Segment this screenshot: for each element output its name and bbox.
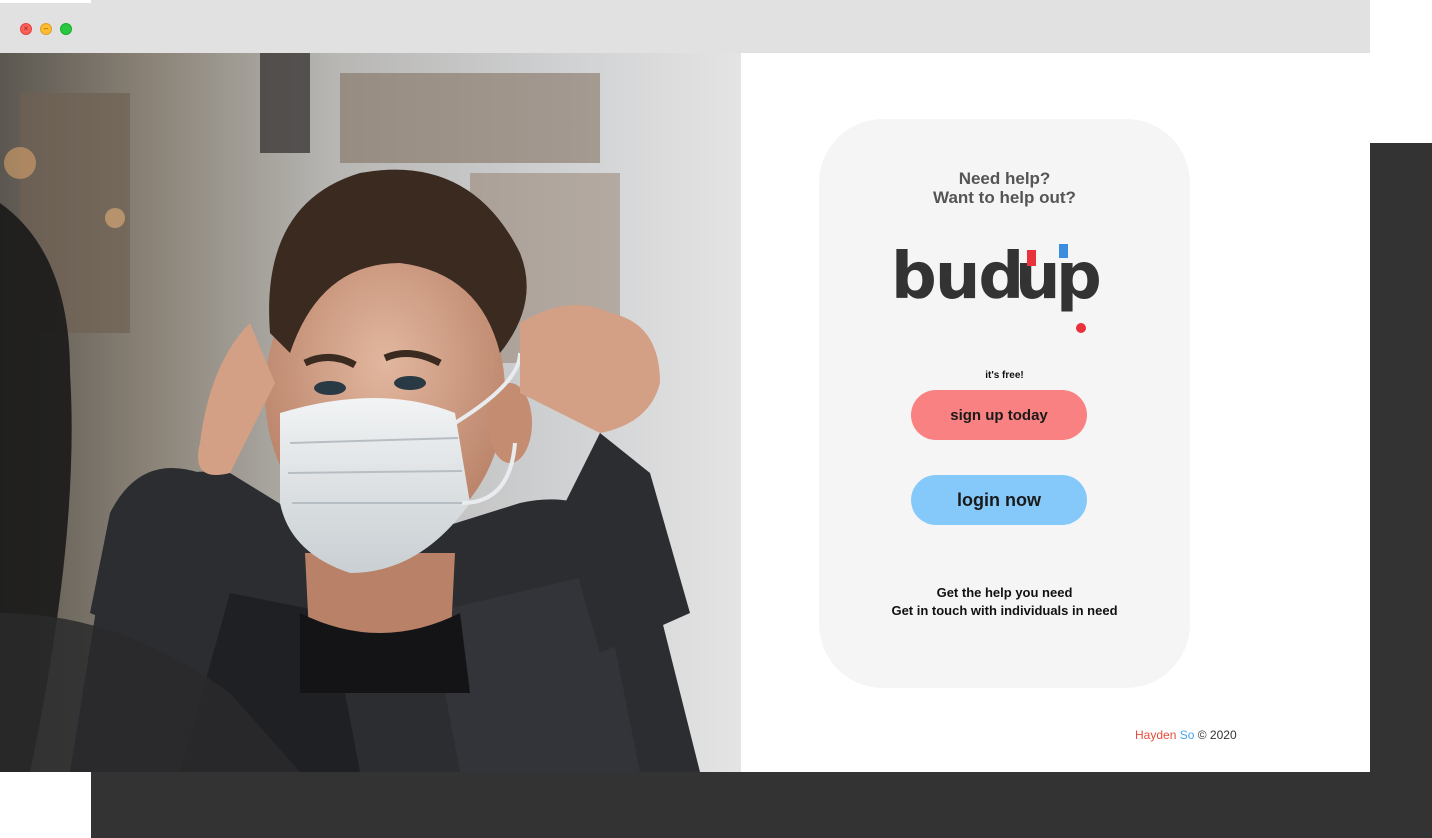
- window-titlebar: × –: [0, 0, 1370, 53]
- hero-photo-illustration: [0, 53, 741, 772]
- backdrop-bottom: [91, 772, 1432, 838]
- close-icon[interactable]: ×: [20, 23, 32, 35]
- svg-text:p: p: [1056, 240, 1102, 314]
- headline-line-1: Need help?: [958, 169, 1051, 188]
- signup-button-label: sign up today: [950, 406, 1048, 424]
- footer-first-name: Hayden: [1135, 728, 1177, 742]
- svg-text:u: u: [1015, 240, 1061, 314]
- tagline-line-2: Get in touch with individuals in need: [891, 603, 1118, 618]
- login-button[interactable]: login now: [911, 475, 1087, 525]
- free-note: it's free!: [985, 370, 1024, 381]
- headline: Need help? Want to help out?: [819, 169, 1190, 207]
- maximize-icon[interactable]: [60, 23, 72, 35]
- svg-text:bud: bud: [891, 240, 1022, 314]
- backdrop-right: [1370, 143, 1432, 838]
- footer-last-name: So: [1179, 728, 1195, 742]
- titlebar-notch: [0, 0, 91, 3]
- budup-logo: bud u p: [891, 236, 1131, 336]
- footer-credit: Hayden So © 2020: [1135, 728, 1237, 742]
- tagline: Get the help you need Get in touch with …: [819, 584, 1190, 620]
- signup-button[interactable]: sign up today: [911, 390, 1087, 440]
- login-button-label: login now: [957, 489, 1041, 510]
- footer-copyright: © 2020: [1197, 728, 1237, 742]
- headline-line-2: Want to help out?: [933, 188, 1076, 207]
- hero-photo: [0, 53, 741, 772]
- tagline-line-1: Get the help you need: [936, 585, 1073, 600]
- minimize-icon[interactable]: –: [40, 23, 52, 35]
- welcome-card: Need help? Want to help out? bud u p it'…: [819, 119, 1190, 688]
